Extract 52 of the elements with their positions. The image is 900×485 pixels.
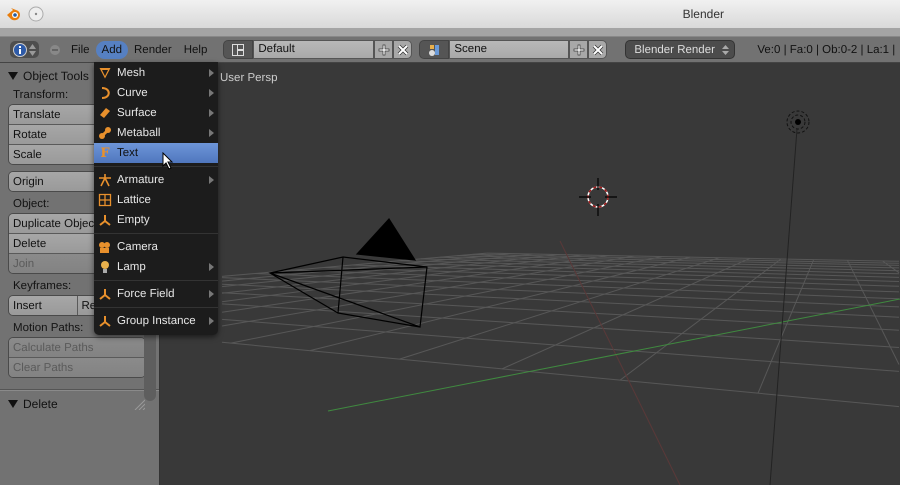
surface-icon: [98, 106, 112, 120]
menu-item[interactable]: Render: [128, 40, 178, 58]
selector-button[interactable]: [419, 40, 450, 59]
panel-title[interactable]: Object Tools: [23, 69, 89, 83]
axes-icon: [98, 287, 112, 301]
updown-arrows-icon: [29, 42, 36, 56]
section-label: Motion Paths:: [13, 322, 84, 334]
expand-triangle-icon[interactable]: [8, 400, 18, 408]
expand-triangle-icon[interactable]: [8, 72, 18, 80]
section-label: Object:: [13, 198, 50, 210]
triangle-icon: [98, 66, 112, 80]
dumbbell-icon: [98, 126, 112, 140]
layout-field[interactable]: Default: [253, 40, 374, 59]
info-icon: [13, 42, 27, 56]
add-button[interactable]: [374, 40, 394, 59]
scene-objects-icon: [427, 42, 442, 56]
window-title: Blender: [682, 7, 724, 21]
text-icon: F: [98, 146, 112, 160]
selector-button[interactable]: [223, 40, 254, 59]
close-icon: [396, 44, 409, 56]
scene-field[interactable]: Scene: [449, 40, 570, 59]
camera-drawing[interactable]: [269, 218, 428, 328]
remove-button[interactable]: [588, 40, 608, 59]
remove-button[interactable]: [393, 40, 412, 59]
app-logo-icon: [6, 7, 22, 21]
plus-icon: [378, 44, 390, 56]
mouse-pointer-icon: [162, 152, 174, 170]
tool-button[interactable]: Insert: [9, 296, 76, 315]
axes-icon: [98, 213, 112, 227]
updown-arrows-icon: [722, 44, 730, 56]
section-label: Keyframes:: [13, 280, 72, 292]
menu-item[interactable]: Add: [96, 40, 128, 58]
plus-icon: [572, 44, 585, 56]
scene-statistics: Ve:0 | Fa:0 | Ob:0-2 | La:1 |: [757, 44, 896, 56]
menu-item[interactable]: F Text: [94, 143, 218, 163]
menu-item[interactable]: Help: [178, 40, 214, 58]
stick-figure-icon: [98, 173, 112, 187]
section-label: Transform:: [13, 89, 68, 101]
menu-item[interactable]: File: [65, 40, 96, 58]
view-label: User Persp: [220, 72, 278, 84]
axes-icon: [98, 314, 112, 328]
screen-layout-icon: [231, 42, 246, 56]
3d-cursor-icon: [578, 177, 618, 217]
panel-title[interactable]: Delete: [23, 397, 58, 411]
editor-type-selector[interactable]: [10, 41, 39, 58]
camera-icon: [98, 240, 112, 254]
close-icon: [592, 44, 604, 56]
light-bulb-icon: [98, 260, 112, 274]
resize-grip-icon: [133, 398, 145, 410]
grid-icon: [98, 193, 112, 207]
render-engine-dropdown[interactable]: Blender Render: [625, 40, 736, 59]
add-button[interactable]: [569, 40, 588, 59]
